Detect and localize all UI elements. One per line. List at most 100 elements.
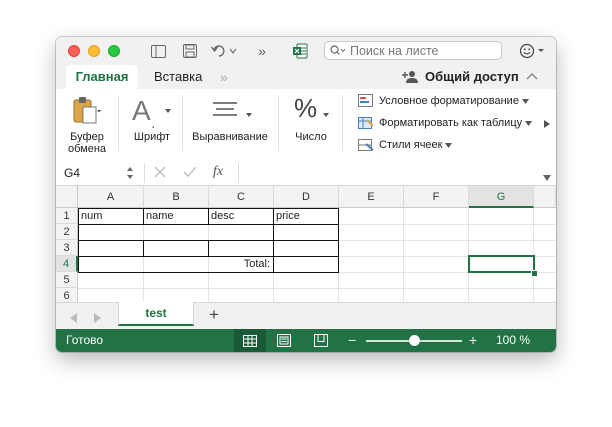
ribbon-divider (182, 95, 183, 151)
zoom-level[interactable]: 100 % (496, 329, 530, 352)
column-header-e[interactable]: E (339, 186, 404, 208)
cell-b1[interactable]: name (144, 208, 208, 224)
active-cell-g4[interactable] (468, 255, 535, 273)
undo-icon[interactable] (210, 42, 238, 60)
grid-view-icon (243, 334, 257, 347)
function-icon[interactable]: fx (213, 164, 223, 180)
cell-c1[interactable]: desc (209, 208, 273, 224)
clipboard-group[interactable]: Буфер обмена (62, 89, 112, 161)
zoom-in-button[interactable]: + (469, 329, 477, 351)
ribbon-home: Буфер обмена A . Шрифт Выравнивание % Чи… (56, 89, 556, 162)
percent-icon: % (294, 93, 318, 123)
add-sheet-button[interactable]: + (204, 305, 224, 325)
column-header-a[interactable]: A (78, 186, 144, 208)
row-header-5[interactable]: 5 (56, 272, 78, 288)
column-header-d[interactable]: D (274, 186, 339, 208)
row-header-1[interactable]: 1 (56, 208, 78, 224)
title-bar: » (56, 37, 556, 65)
prev-sheet-icon[interactable] (70, 312, 77, 326)
fill-handle[interactable] (531, 270, 538, 277)
tab-more[interactable]: » (220, 65, 228, 89)
column-header-g[interactable]: G (469, 186, 534, 208)
sheet-tab-test[interactable]: test (118, 302, 194, 326)
normal-view-button[interactable] (234, 329, 266, 352)
sheet-search-box[interactable] (324, 41, 502, 60)
collapse-ribbon-icon[interactable] (526, 65, 538, 89)
conditional-format-icon (358, 94, 374, 108)
formula-bar: G4 fx (56, 161, 556, 186)
align-icon (213, 101, 239, 122)
clipboard-label: Буфер обмена (67, 131, 107, 155)
column-header-c[interactable]: C (209, 186, 274, 208)
search-icon (330, 45, 346, 56)
font-label: Шрифт (133, 131, 171, 143)
alignment-label: Выравнивание (192, 131, 268, 143)
chevron-down-icon (445, 139, 453, 151)
row-header-3[interactable]: 3 (56, 240, 78, 256)
font-icon: A (132, 95, 151, 126)
ribbon-tabs: Главная Вставка » Общий доступ (56, 65, 556, 89)
ribbon-scroll-right-icon[interactable] (544, 117, 550, 131)
next-sheet-icon[interactable] (94, 312, 101, 326)
sidebar-icon[interactable] (149, 42, 167, 60)
tab-insert[interactable]: Вставка (154, 65, 202, 89)
paste-icon (72, 95, 102, 128)
cell-a1[interactable]: num (79, 208, 143, 224)
zoom-out-button[interactable]: − (348, 329, 356, 351)
status-bar: Готово − + 100 % (56, 329, 556, 352)
column-header-b[interactable]: B (144, 186, 209, 208)
number-label: Число (295, 131, 327, 143)
row-header-4[interactable]: 4 (56, 256, 78, 272)
save-icon[interactable] (181, 42, 199, 60)
ribbon-divider (342, 95, 343, 151)
enter-icon[interactable] (183, 166, 197, 181)
smiley-icon[interactable] (518, 42, 548, 60)
alignment-group[interactable]: Выравнивание (189, 89, 271, 161)
number-group[interactable]: % Число (286, 89, 336, 161)
search-input[interactable] (350, 43, 490, 58)
tab-home[interactable]: Главная (66, 65, 138, 89)
formula-input[interactable] (246, 164, 536, 182)
format-table-icon (358, 116, 374, 130)
chevron-down-icon (245, 107, 253, 121)
cell-d1[interactable]: price (274, 208, 338, 224)
ribbon-divider (278, 95, 279, 151)
name-box-stepper-icon[interactable] (126, 165, 134, 184)
share-label: Общий доступ (425, 69, 519, 84)
format-as-table-button[interactable]: Форматировать как таблицу (358, 113, 533, 133)
cell-a4-total-label[interactable]: Total: (79, 256, 272, 272)
expand-formula-icon[interactable] (543, 170, 551, 184)
share-button[interactable]: Общий доступ (402, 65, 519, 89)
cancel-icon[interactable] (154, 166, 166, 181)
cell-styles-label: Стили ячеек (379, 139, 443, 151)
column-header-h[interactable] (534, 186, 556, 208)
sheet-tab-bar: test + (56, 302, 556, 330)
add-person-icon (402, 70, 420, 84)
ribbon-divider (118, 95, 119, 151)
page-break-view-icon[interactable] (314, 334, 328, 350)
excel-icon[interactable] (291, 42, 309, 60)
cell-styles-button[interactable]: Стили ячеек (358, 135, 453, 155)
close-window-button[interactable] (68, 45, 80, 57)
status-text: Готово (66, 333, 104, 347)
more-icon[interactable]: » (253, 42, 271, 60)
chevron-down-icon (525, 117, 533, 129)
chevron-down-icon (521, 95, 529, 107)
conditional-formatting-label: Условное форматирование (379, 95, 519, 107)
minimize-window-button[interactable] (88, 45, 100, 57)
font-group[interactable]: A . Шрифт (126, 89, 178, 161)
column-header-f[interactable]: F (404, 186, 469, 208)
format-as-table-label: Форматировать как таблицу (379, 117, 523, 129)
row-header-6[interactable]: 6 (56, 288, 78, 302)
zoom-window-button[interactable] (108, 45, 120, 57)
row-header-2[interactable]: 2 (56, 224, 78, 240)
conditional-formatting-button[interactable]: Условное форматирование (358, 91, 529, 111)
worksheet-grid[interactable]: A B C D E F G 1 2 3 4 5 6 num name desc … (56, 186, 556, 302)
chevron-down-icon (164, 103, 172, 117)
excel-window: » Главная Вставка » Общий доступ (56, 37, 556, 352)
page-layout-view-icon[interactable] (277, 334, 291, 350)
zoom-slider-thumb[interactable] (408, 335, 420, 346)
cell-d4[interactable] (274, 256, 338, 272)
cell-styles-icon (358, 138, 374, 152)
chevron-down-icon (322, 107, 330, 121)
